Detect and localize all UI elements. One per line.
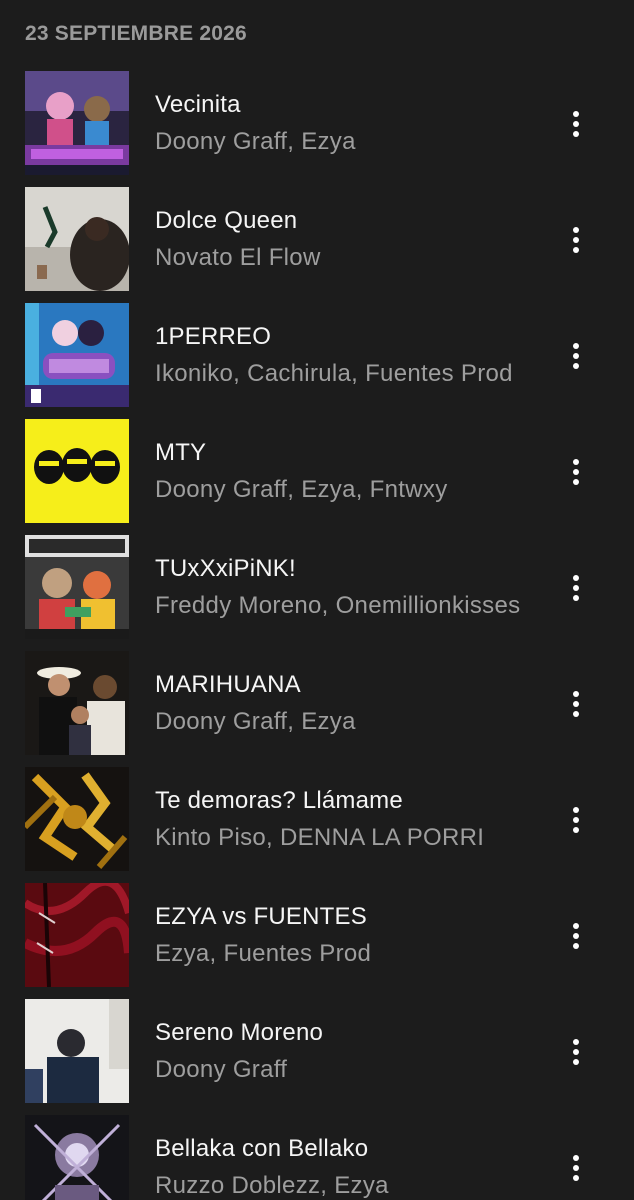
track-title: 1PERREO — [155, 323, 272, 350]
track-title: Bellaka con Bellako — [155, 1135, 369, 1162]
more-vert-icon — [573, 227, 579, 253]
track-title: Vecinita — [155, 91, 241, 118]
more-vert-icon — [573, 691, 579, 717]
more-vert-icon — [573, 575, 579, 601]
more-options-button[interactable] — [556, 568, 596, 608]
track-row[interactable]: Te demoras? Llámame Kinto Piso, DENNA LA… — [0, 762, 634, 878]
album-art — [25, 999, 129, 1103]
more-options-button[interactable] — [556, 220, 596, 260]
more-options-button[interactable] — [556, 336, 596, 376]
more-options-button[interactable] — [556, 1148, 596, 1188]
album-art — [25, 883, 129, 987]
track-title: TUxXxiPiNK! — [155, 555, 296, 582]
track-artist: Doony Graff, Ezya — [155, 708, 356, 735]
album-art — [25, 419, 129, 523]
track-artist: Ikoniko, Cachirula, Fuentes Prod — [155, 360, 513, 387]
track-row[interactable]: TUxXxiPiNK! Freddy Moreno, Onemillionkis… — [0, 530, 634, 646]
more-options-button[interactable] — [556, 452, 596, 492]
track-row[interactable]: EZYA vs FUENTES Ezya, Fuentes Prod — [0, 878, 634, 994]
track-title: MARIHUANA — [155, 671, 301, 698]
track-artist: Freddy Moreno, Onemillionkisses — [155, 592, 521, 619]
date-header: 23 SEPTIEMBRE 2026 — [25, 22, 247, 45]
track-artist: Ezya, Fuentes Prod — [155, 940, 372, 967]
track-row[interactable]: 1PERREO Ikoniko, Cachirula, Fuentes Prod — [0, 298, 634, 414]
track-title: Sereno Moreno — [155, 1019, 324, 1046]
more-vert-icon — [573, 1039, 579, 1065]
album-art — [25, 651, 129, 755]
album-art — [25, 187, 129, 291]
track-artist: Doony Graff — [155, 1056, 288, 1083]
album-art — [25, 71, 129, 175]
track-title: MTY — [155, 439, 207, 466]
more-vert-icon — [573, 1155, 579, 1181]
track-title: EZYA vs FUENTES — [155, 903, 367, 930]
track-row[interactable]: Bellaka con Bellako Ruzzo Doblezz, Ezya — [0, 1110, 634, 1200]
track-title: Dolce Queen — [155, 207, 298, 234]
track-row[interactable]: Vecinita Doony Graff, Ezya — [0, 66, 634, 182]
track-row[interactable]: MARIHUANA Doony Graff, Ezya — [0, 646, 634, 762]
more-vert-icon — [573, 111, 579, 137]
more-vert-icon — [573, 343, 579, 369]
track-artist: Kinto Piso, DENNA LA PORRI — [155, 824, 485, 851]
more-options-button[interactable] — [556, 1032, 596, 1072]
album-art — [25, 767, 129, 871]
more-options-button[interactable] — [556, 104, 596, 144]
track-list: Vecinita Doony Graff, Ezya Dolce Queen N… — [0, 66, 634, 1200]
album-art — [25, 1115, 129, 1200]
more-options-button[interactable] — [556, 684, 596, 724]
track-title: Te demoras? Llámame — [155, 787, 403, 814]
track-row[interactable]: Dolce Queen Novato El Flow — [0, 182, 634, 298]
track-row[interactable]: MTY Doony Graff, Ezya, Fntwxy — [0, 414, 634, 530]
more-vert-icon — [573, 459, 579, 485]
track-artist: Novato El Flow — [155, 244, 321, 271]
more-vert-icon — [573, 923, 579, 949]
more-options-button[interactable] — [556, 916, 596, 956]
track-artist: Doony Graff, Ezya, Fntwxy — [155, 476, 448, 503]
track-artist: Ruzzo Doblezz, Ezya — [155, 1172, 389, 1199]
track-artist: Doony Graff, Ezya — [155, 128, 356, 155]
more-options-button[interactable] — [556, 800, 596, 840]
more-vert-icon — [573, 807, 579, 833]
album-art — [25, 303, 129, 407]
track-row[interactable]: Sereno Moreno Doony Graff — [0, 994, 634, 1110]
album-art — [25, 535, 129, 639]
